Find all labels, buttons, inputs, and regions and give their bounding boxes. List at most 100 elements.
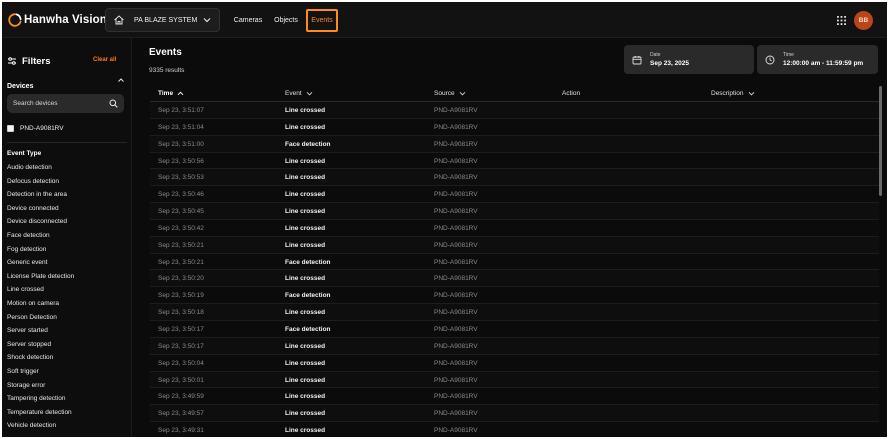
event-type-item[interactable]: Audio detection (7, 161, 127, 175)
column-header-time[interactable]: Time (158, 90, 184, 97)
tab-events[interactable]: Events (306, 9, 338, 32)
table-row[interactable]: Sep 23, 3:50:45 Line crossed PND-A9081RV (150, 203, 879, 220)
cell-source: PND-A9081RV (434, 325, 478, 333)
event-type-item[interactable]: Line crossed (7, 283, 127, 297)
chevron-down-icon (748, 91, 754, 96)
cell-source: PND-A9081RV (434, 393, 478, 401)
table-row[interactable]: Sep 23, 3:50:46 Line crossed PND-A9081RV (150, 186, 879, 204)
event-type-item[interactable]: Vehicle detection (7, 419, 127, 433)
clear-all-button[interactable]: Clear all (93, 57, 116, 63)
table-row[interactable]: Sep 23, 3:50:01 Line crossed PND-A9081RV (150, 371, 879, 389)
event-type-item[interactable]: Motion on camera (7, 297, 127, 311)
cell-time: Sep 23, 3:51:07 (158, 107, 204, 114)
event-type-item[interactable]: Tampering detection (7, 392, 127, 406)
cell-time: Sep 23, 3:50:56 (158, 157, 204, 165)
event-type-item[interactable]: Defocus detection (7, 175, 127, 189)
event-type-item[interactable]: Storage error (7, 379, 127, 393)
date-filter[interactable]: Date Sep 23, 2025 (624, 45, 754, 74)
cell-event: Line crossed (285, 393, 326, 401)
avatar-initials: BB (858, 17, 869, 24)
device-search-input[interactable] (13, 100, 109, 107)
cell-time: Sep 23, 3:50:46 (158, 191, 204, 199)
event-type-list: Audio detection Defocus detection Detect… (7, 161, 127, 433)
time-value: 12:00:00 am - 11:59:59 pm (783, 60, 864, 67)
table-row[interactable]: Sep 23, 3:50:53 Line crossed PND-A9081RV (150, 169, 879, 187)
cell-event: Line crossed (285, 410, 326, 418)
device-label: PND-A9081RV (20, 125, 64, 132)
chevron-up-icon (118, 78, 124, 82)
device-filter-item[interactable]: PND-A9081RV (7, 124, 64, 133)
table-row[interactable]: Sep 23, 3:50:56 Line crossed PND-A9081RV (150, 153, 879, 170)
table-row[interactable]: Sep 23, 3:50:19 Face detection PND-A9081RV (150, 287, 879, 305)
cell-time: Sep 23, 3:49:59 (158, 393, 204, 401)
table-row[interactable]: Sep 23, 3:50:18 Line crossed PND-A9081RV (150, 304, 879, 321)
event-type-item[interactable]: Temperature detection (7, 406, 127, 420)
table-row[interactable]: Sep 23, 3:50:17 Line crossed PND-A9081RV (150, 337, 879, 355)
devices-section-header[interactable]: Devices (7, 75, 125, 90)
search-icon[interactable] (109, 99, 118, 108)
event-type-item[interactable]: Shock detection (7, 351, 127, 365)
column-header-time-label: Time (158, 90, 174, 97)
filters-sliders-icon (8, 57, 16, 65)
table-row[interactable]: Sep 23, 3:49:31 Line crossed PND-A9081RV (150, 422, 879, 437)
event-type-item[interactable]: Device disconnected (7, 215, 127, 229)
device-checkbox[interactable] (7, 125, 14, 132)
table-row[interactable]: Sep 23, 3:50:21 Face detection PND-A9081RV (150, 254, 879, 271)
table-row[interactable]: Sep 23, 3:49:57 Line crossed PND-A9081RV (150, 405, 879, 423)
site-selector[interactable]: PA BLAZE SYSTEM (105, 8, 220, 32)
cell-source: PND-A9081RV (434, 258, 478, 266)
cell-event: Line crossed (285, 359, 326, 367)
table-row[interactable]: Sep 23, 3:50:20 Line crossed PND-A9081RV (150, 270, 879, 288)
table-body: Sep 23, 3:51:07 Line crossed PND-A9081RV Se… (150, 102, 879, 437)
cell-source: PND-A9081RV (434, 376, 478, 384)
device-search-box[interactable] (7, 94, 124, 113)
event-type-item[interactable]: Server stopped (7, 338, 127, 352)
sidebar-divider (7, 142, 127, 143)
cell-event: Line crossed (285, 241, 326, 249)
avatar[interactable]: BB (854, 11, 873, 30)
event-type-item[interactable]: Soft trigger (7, 365, 127, 379)
table-row[interactable]: Sep 23, 3:50:21 Line crossed PND-A9081RV (150, 236, 879, 254)
tab-cameras[interactable]: Cameras (231, 10, 265, 30)
column-header-action: Action (562, 90, 580, 97)
tab-objects[interactable]: Objects (271, 10, 301, 30)
event-type-item[interactable]: Fog detection (7, 243, 127, 257)
column-header-event[interactable]: Event (285, 90, 313, 97)
column-header-source-label: Source (434, 90, 455, 97)
event-type-item[interactable]: Face detection (7, 229, 127, 243)
table-row[interactable]: Sep 23, 3:51:04 Line crossed PND-A9081RV (150, 119, 879, 136)
table-row[interactable]: Sep 23, 3:51:07 Line crossed PND-A9081RV (150, 102, 879, 119)
time-filter-text: Time 12:00:00 am - 11:59:59 pm (783, 52, 863, 67)
cell-time: Sep 23, 3:49:31 (158, 427, 204, 435)
cell-time: Sep 23, 3:51:00 (158, 140, 204, 148)
cell-time: Sep 23, 3:50:42 (158, 224, 204, 232)
table-row[interactable]: Sep 23, 3:49:59 Line crossed PND-A9081RV (150, 388, 879, 406)
table-scrollbar[interactable] (879, 86, 882, 196)
event-type-item[interactable]: Server started (7, 324, 127, 338)
time-filter[interactable]: Time 12:00:00 am - 11:59:59 pm (757, 45, 878, 74)
cell-time: Sep 23, 3:50:45 (158, 208, 204, 216)
table-row[interactable]: Sep 23, 3:51:00 Face detection PND-A9081RV (150, 135, 879, 153)
event-type-item[interactable]: License Plate detection (7, 270, 127, 284)
brand-logo[interactable]: Hanwha Vision (8, 11, 107, 29)
column-header-description[interactable]: Description (711, 90, 755, 97)
event-type-item[interactable]: Person Detection (7, 311, 127, 325)
event-type-item[interactable]: Detection in the area (7, 188, 127, 202)
cell-source: PND-A9081RV (434, 107, 478, 114)
table-row[interactable]: Sep 23, 3:50:42 Line crossed PND-A9081RV (150, 220, 879, 237)
table-row[interactable]: Sep 23, 3:50:17 Face detection PND-A9081RV (150, 321, 879, 338)
table-row[interactable]: Sep 23, 3:50:04 Line crossed PND-A9081RV (150, 355, 879, 372)
cell-event: Line crossed (285, 107, 326, 114)
apps-grid-icon[interactable] (837, 16, 846, 25)
tab-objects-label: Objects (274, 16, 298, 24)
event-type-item[interactable]: Generic event (7, 256, 127, 270)
column-header-source[interactable]: Source (434, 90, 466, 97)
event-type-item[interactable]: Device connected (7, 202, 127, 216)
tab-cameras-label: Cameras (233, 16, 263, 24)
date-label: Date (650, 52, 661, 58)
cell-time: Sep 23, 3:50:21 (158, 258, 204, 266)
cell-source: PND-A9081RV (434, 140, 478, 148)
cell-event: Face detection (285, 292, 331, 300)
cell-time: Sep 23, 3:50:20 (158, 275, 204, 283)
chevron-down-icon (203, 18, 211, 23)
